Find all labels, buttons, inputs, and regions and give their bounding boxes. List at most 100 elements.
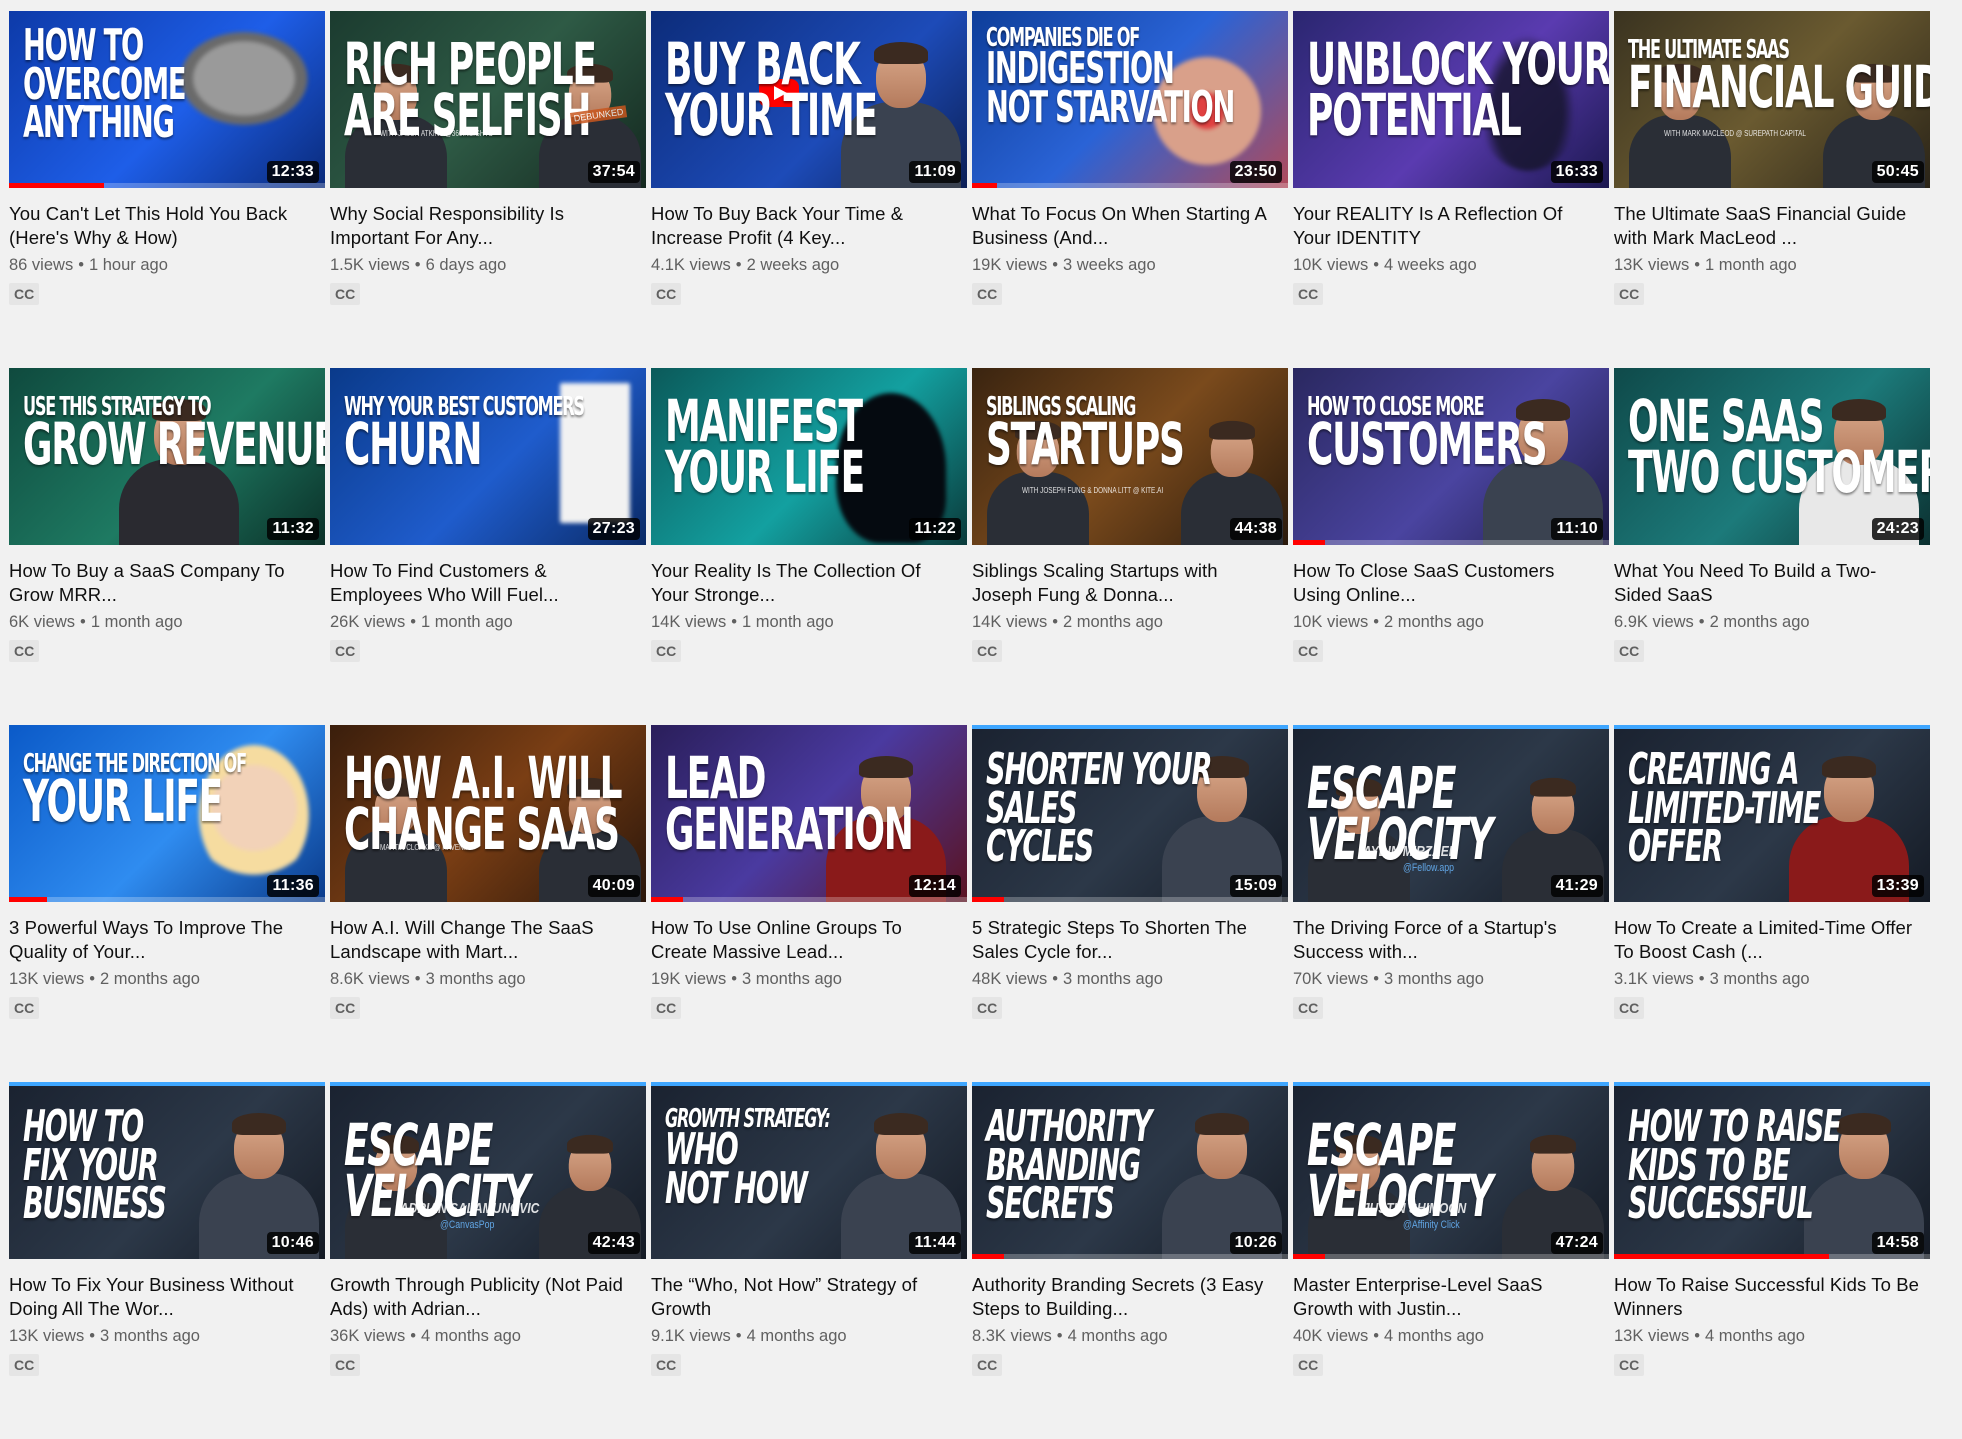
video-title[interactable]: How To Find Customers & Employees Who Wi… <box>330 559 646 607</box>
video-title[interactable]: 3 Powerful Ways To Improve The Quality o… <box>9 916 325 964</box>
video-card[interactable]: RICH PEOPLE ARE SELFISH WITH JASON ATKINS … <box>330 11 646 368</box>
thumbnail-title-art: CHANGE THE DIRECTION OF YOUR LIFE <box>23 751 247 830</box>
video-thumbnail[interactable]: HOW TO OVERCOME ANYTHING 12:33 <box>9 11 325 188</box>
upload-age: 1 month ago <box>90 613 183 631</box>
video-card[interactable]: ESCAPE VELOCITY ADRIAN SALAMUNOVIC @CanvasP… <box>330 1082 646 1439</box>
video-thumbnail[interactable]: GROWTH STRATEGY: WHO NOT HOW 11:44 <box>651 1082 967 1259</box>
video-card[interactable]: HOW TO CLOSE MORE CUSTOMERS 11:10 How To Cl… <box>1293 368 1609 725</box>
video-thumbnail[interactable]: THE ULTIMATE SAASFINANCIAL GUIDE WITH MAR… <box>1614 11 1930 188</box>
separator-dot: • <box>410 613 416 631</box>
video-title[interactable]: How To Raise Successful Kids To Be Winne… <box>1614 1273 1930 1321</box>
video-thumbnail[interactable]: MANIFEST YOUR LIFE 11:22 <box>651 368 967 545</box>
closed-captions-badge: CC <box>972 640 1003 662</box>
video-thumbnail[interactable]: CHANGE THE DIRECTION OF YOUR LIFE 11:36 <box>9 725 325 902</box>
video-card[interactable]: COMPANIES DIE OF INDIGESTION NOT STARVATIO… <box>972 11 1288 368</box>
video-title[interactable]: What You Need To Build a Two-Sided SaaS <box>1614 559 1930 607</box>
separator-dot: • <box>1373 1327 1379 1345</box>
view-count: 14K views <box>972 613 1048 631</box>
video-card[interactable]: GROWTH STRATEGY: WHO NOT HOW 11:44 The “Who,… <box>651 1082 967 1439</box>
video-title[interactable]: Growth Through Publicity (Not Paid Ads) … <box>330 1273 646 1321</box>
video-card[interactable]: HOW A.I. WILL CHANGE SAAS MARTIN CLOAKE @ … <box>330 725 646 1082</box>
video-card[interactable]: HOW TO OVERCOME ANYTHING 12:33 You Can't Let… <box>9 11 325 368</box>
video-title[interactable]: Authority Branding Secrets (3 Easy Steps… <box>972 1273 1288 1321</box>
video-title[interactable]: How To Fix Your Business Without Doing A… <box>9 1273 325 1321</box>
video-thumbnail[interactable]: ESCAPE VELOCITY AYDIN MIRZAEE @Fellow.app 41… <box>1293 725 1609 902</box>
upload-age: 1 hour ago <box>88 256 168 274</box>
video-thumbnail[interactable]: COMPANIES DIE OF INDIGESTION NOT STARVATIO… <box>972 11 1288 188</box>
video-thumbnail[interactable]: LEAD GENERATION 12:14 <box>651 725 967 902</box>
video-card[interactable]: ESCAPE VELOCITY AYDIN MIRZAEE @Fellow.app 41… <box>1293 725 1609 1082</box>
view-count: 13K views <box>1614 256 1690 274</box>
video-title[interactable]: The Ultimate SaaS Financial Guide with M… <box>1614 202 1930 250</box>
video-card[interactable]: USE THIS STRATEGY TO GROW REVENUE 11:32 How… <box>9 368 325 725</box>
video-title[interactable]: The “Who, Not How” Strategy of Growth <box>651 1273 967 1321</box>
video-title[interactable]: Your REALITY Is A Reflection Of Your IDE… <box>1293 202 1609 250</box>
video-title[interactable]: How To Close SaaS Customers Using Online… <box>1293 559 1609 607</box>
video-title[interactable]: What To Focus On When Starting A Busines… <box>972 202 1288 250</box>
closed-captions-badge: CC <box>330 640 361 662</box>
separator-dot: • <box>1052 256 1058 274</box>
closed-captions-badge: CC <box>1293 1354 1324 1376</box>
thumbnail-title-line: BUSINESS <box>23 1178 167 1230</box>
video-metadata: 86 views • 1 hour ago <box>9 256 325 278</box>
thumbnail-title-art: HOW A.I. WILL CHANGE SAAS <box>344 749 623 858</box>
thumbnail-title-line: GROW REVENUE <box>23 409 325 478</box>
video-title[interactable]: How To Create a Limited-Time Offer To Bo… <box>1614 916 1930 964</box>
video-thumbnail[interactable]: ESCAPE VELOCITY JUSTIN SHIMOON @Affinity Cl… <box>1293 1082 1609 1259</box>
video-card[interactable]: MANIFEST YOUR LIFE 11:22 Your Reality Is Th… <box>651 368 967 725</box>
video-title[interactable]: How To Buy a SaaS Company To Grow MRR... <box>9 559 325 607</box>
video-metadata: 36K views • 4 months ago <box>330 1327 646 1349</box>
video-title[interactable]: Why Social Responsibility Is Important F… <box>330 202 646 250</box>
video-thumbnail[interactable]: ESCAPE VELOCITY ADRIAN SALAMUNOVIC @CanvasP… <box>330 1082 646 1259</box>
video-card[interactable]: CHANGE THE DIRECTION OF YOUR LIFE 11:36 3 P… <box>9 725 325 1082</box>
video-thumbnail[interactable]: USE THIS STRATEGY TO GROW REVENUE 11:32 <box>9 368 325 545</box>
video-title[interactable]: Siblings Scaling Startups with Joseph Fu… <box>972 559 1288 607</box>
video-thumbnail[interactable]: HOW TO CLOSE MORE CUSTOMERS 11:10 <box>1293 368 1609 545</box>
video-card[interactable]: SHORTEN YOUR SALES CYCLES 15:09 5 Strategic … <box>972 725 1288 1082</box>
view-count: 13K views <box>9 1327 85 1345</box>
video-thumbnail[interactable]: ONE SAASTWO CUSTOMERS 24:23 <box>1614 368 1930 545</box>
upload-age: 3 months ago <box>1383 970 1484 988</box>
video-thumbnail[interactable]: HOW A.I. WILL CHANGE SAAS MARTIN CLOAKE @ … <box>330 725 646 902</box>
video-title[interactable]: How A.I. Will Change The SaaS Landscape … <box>330 916 646 964</box>
video-metadata: 4.1K views • 2 weeks ago <box>651 256 967 278</box>
view-count: 9.1K views <box>651 1327 731 1345</box>
video-title[interactable]: How To Buy Back Your Time & Increase Pro… <box>651 202 967 250</box>
video-card[interactable]: HOW TO FIX YOUR BUSINESS 10:46 How To Fix Yo… <box>9 1082 325 1439</box>
video-card[interactable]: WHY YOUR BEST CUSTOMERS CHURN 27:23 How To … <box>330 368 646 725</box>
video-title[interactable]: The Driving Force of a Startup's Success… <box>1293 916 1609 964</box>
video-card[interactable]: AUTHORITY BRANDING SECRETS 10:26 Authority B… <box>972 1082 1288 1439</box>
video-thumbnail[interactable]: SIBLINGS SCALING STARTUPS WITH JOSEPH FUNG… <box>972 368 1288 545</box>
video-card[interactable]: SIBLINGS SCALING STARTUPS WITH JOSEPH FUNG… <box>972 368 1288 725</box>
video-thumbnail[interactable]: BUY BACK YOUR TIME 11:09 <box>651 11 967 188</box>
view-count: 8.6K views <box>330 970 410 988</box>
video-title[interactable]: How To Use Online Groups To Create Massi… <box>651 916 967 964</box>
video-card[interactable]: LEAD GENERATION 12:14 How To Use Online Gro… <box>651 725 967 1082</box>
upload-age: 2 months ago <box>1062 613 1163 631</box>
video-thumbnail[interactable]: UNBLOCK YOUR POTENTIAL 16:33 <box>1293 11 1609 188</box>
video-title[interactable]: Your Reality Is The Collection Of Your S… <box>651 559 967 607</box>
video-thumbnail[interactable]: HOW TO FIX YOUR BUSINESS 10:46 <box>9 1082 325 1259</box>
video-thumbnail[interactable]: RICH PEOPLE ARE SELFISH WITH JASON ATKINS … <box>330 11 646 188</box>
video-card[interactable]: BUY BACK YOUR TIME 11:09 How To Buy Back Yo… <box>651 11 967 368</box>
separator-dot: • <box>735 256 742 274</box>
video-thumbnail[interactable]: SHORTEN YOUR SALES CYCLES 15:09 <box>972 725 1288 902</box>
video-card[interactable]: ONE SAASTWO CUSTOMERS 24:23 What You Need … <box>1614 368 1930 725</box>
video-thumbnail[interactable]: AUTHORITY BRANDING SECRETS 10:26 <box>972 1082 1288 1259</box>
video-thumbnail[interactable]: CREATING A LIMITED-TIME OFFER 13:39 <box>1614 725 1930 902</box>
video-card[interactable]: THE ULTIMATE SAASFINANCIAL GUIDE WITH MAR… <box>1614 11 1930 368</box>
separator-dot: • <box>1698 613 1705 631</box>
video-card[interactable]: HOW TO RAISE KIDS TO BE SUCCESSFUL 14:58 How… <box>1614 1082 1930 1439</box>
thumbnail-credit: WITH MARK MACLEOD @ SUREPATH CAPITAL <box>1664 129 1806 138</box>
video-thumbnail[interactable]: WHY YOUR BEST CUSTOMERS CHURN 27:23 <box>330 368 646 545</box>
video-title[interactable]: 5 Strategic Steps To Shorten The Sales C… <box>972 916 1288 964</box>
video-card[interactable]: CREATING A LIMITED-TIME OFFER 13:39 How To C… <box>1614 725 1930 1082</box>
video-card[interactable]: ESCAPE VELOCITY JUSTIN SHIMOON @Affinity Cl… <box>1293 1082 1609 1439</box>
video-title[interactable]: Master Enterprise-Level SaaS Growth with… <box>1293 1273 1609 1321</box>
watch-progress-bar <box>1614 1254 1930 1259</box>
video-title[interactable]: You Can't Let This Hold You Back (Here's… <box>9 202 325 250</box>
video-thumbnail[interactable]: HOW TO RAISE KIDS TO BE SUCCESSFUL 14:58 <box>1614 1082 1930 1259</box>
thumbnail-credit: JUSTIN SHIMOON <box>1363 1200 1467 1217</box>
video-card[interactable]: UNBLOCK YOUR POTENTIAL 16:33 Your REALITY I… <box>1293 11 1609 368</box>
thumbnail-title-line: ANYTHING <box>23 97 175 149</box>
